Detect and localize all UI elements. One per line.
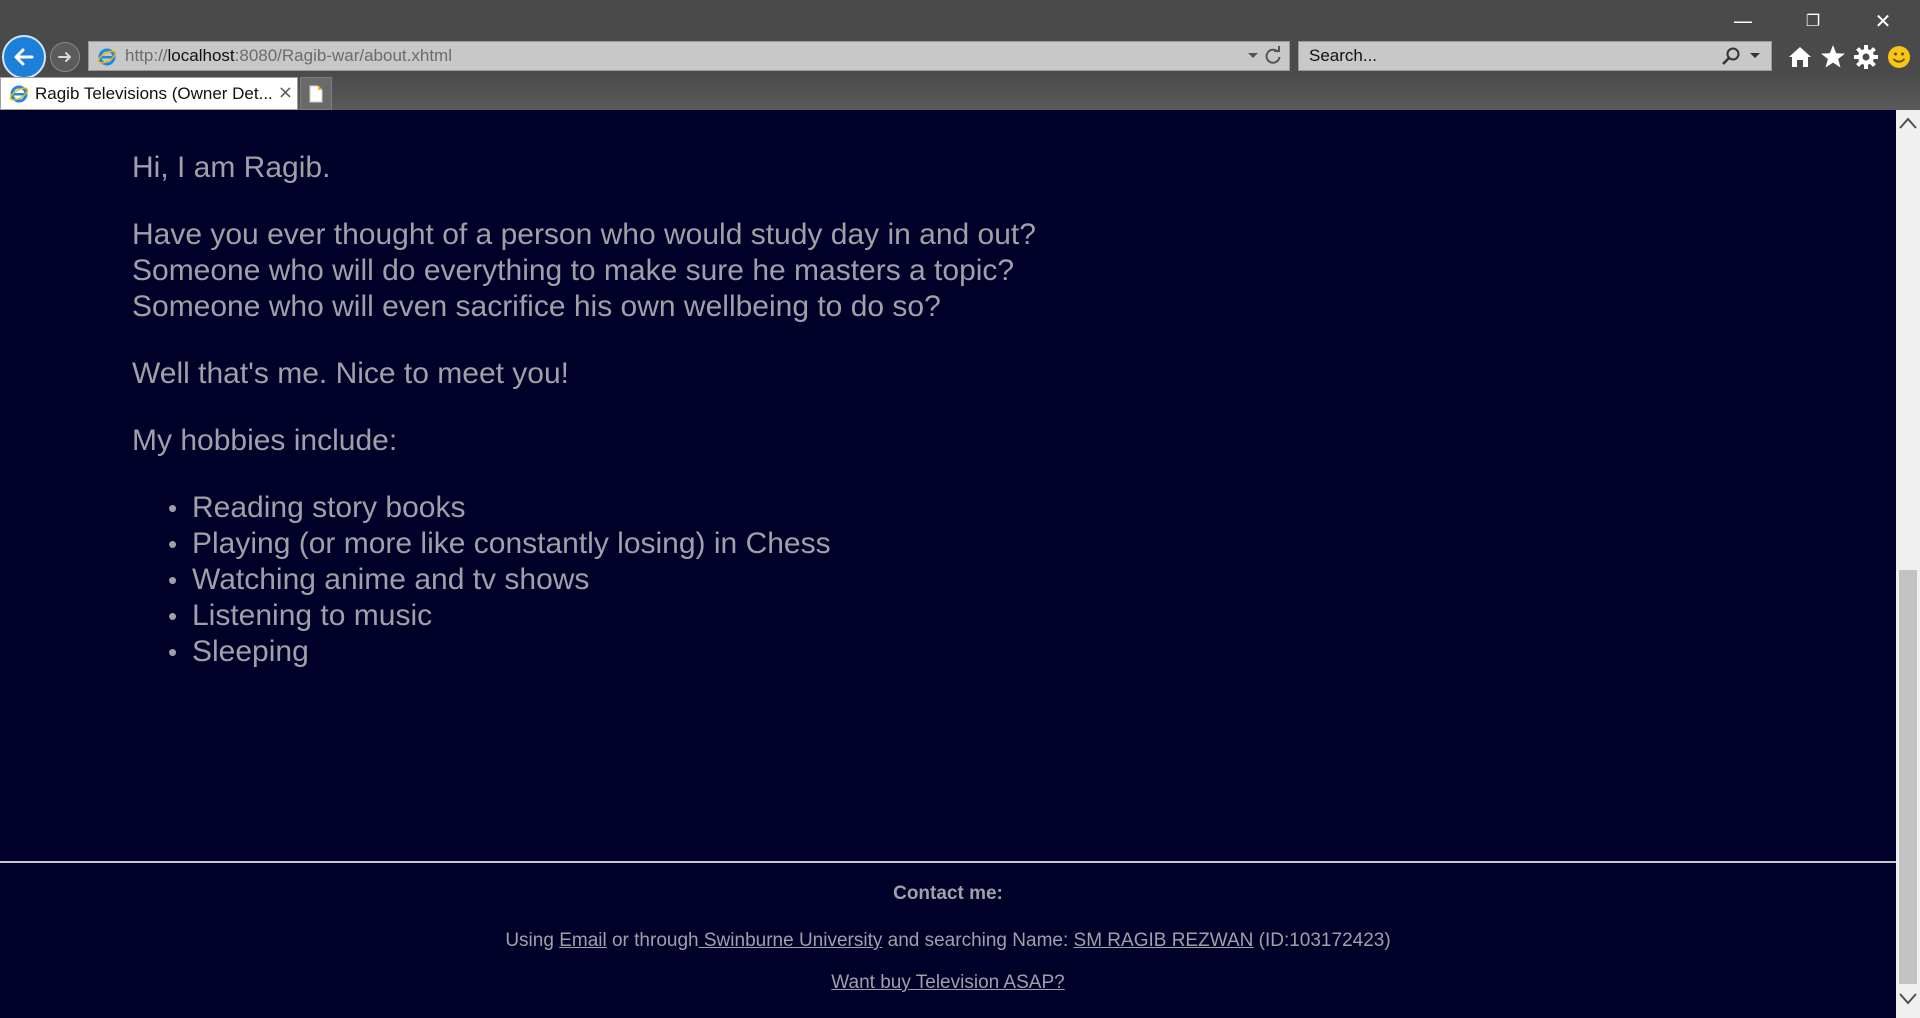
page-body: Hi, I am Ragib. Have you ever thought of… [0,110,1896,1018]
close-window-button[interactable]: ✕ [1860,6,1906,36]
hobbies-heading: My hobbies include: [132,424,398,457]
address-url[interactable]: http://localhost:8080/Ragib-war/about.xh… [125,42,452,70]
swinburne-link[interactable]: Swinburne University [699,930,882,951]
tab-active[interactable]: Ragib Televisions (Owner Det... × [0,77,298,110]
home-button[interactable] [1785,42,1815,72]
search-box[interactable] [1298,41,1772,71]
email-link[interactable]: Email [559,930,607,951]
url-path: :8080/Ragib-war/about.xhtml [234,46,452,65]
new-tab-icon [309,85,323,102]
chevron-down-icon[interactable] [1247,52,1259,60]
address-bar[interactable]: http://localhost:8080/Ragib-war/about.xh… [88,41,1290,71]
contact-heading: Contact me: [893,883,1003,904]
scroll-up-button[interactable] [1896,116,1920,138]
new-tab-button[interactable] [300,77,332,110]
list-item: Sleeping [132,634,831,670]
intro-line-3: Someone who will even sacrifice his own … [132,290,941,323]
scroll-thumb[interactable] [1899,570,1917,984]
intro-line-2: Someone who will do everything to make s… [132,254,1015,287]
hobbies-list: Reading story books Playing (or more lik… [132,490,831,670]
name-link[interactable]: SM RAGIB REZWAN [1074,930,1254,951]
intro-line-1: Have you ever thought of a person who wo… [132,218,1036,251]
url-prefix: http:// [125,46,168,65]
back-arrow-icon [14,48,34,66]
refresh-icon[interactable] [1263,46,1283,66]
scroll-down-button[interactable] [1896,992,1920,1014]
forward-button[interactable] [50,42,80,72]
greeting-text: Hi, I am Ragib. [132,151,331,184]
forward-arrow-icon [58,52,71,62]
want-buy-row: Want buy Television ASAP? [0,969,1896,997]
star-icon [1821,45,1845,68]
list-item: Playing (or more like constantly losing)… [132,526,831,562]
tools-button[interactable] [1851,42,1881,72]
back-button[interactable] [2,35,46,79]
vertical-scrollbar[interactable] [1896,110,1920,1018]
feedback-button[interactable] [1884,42,1914,72]
or-through-text: or through [606,930,699,951]
ie-logo-icon [97,48,117,66]
tab-title: Ragib Televisions (Owner Det... [35,84,273,103]
browser-chrome: — ❐ ✕ http://localhost:8080/Ragib-war/ab… [0,0,1920,110]
contact-line: Using Email or through Swinburne Univers… [0,927,1896,955]
search-icon[interactable] [1721,46,1741,66]
gear-icon [1854,45,1878,69]
list-item: Reading story books [132,490,831,526]
search-input[interactable] [1309,42,1689,70]
ie-logo-icon [9,85,29,103]
home-icon [1789,47,1811,67]
restore-button[interactable]: ❐ [1790,6,1836,36]
list-item: Watching anime and tv shows [132,562,831,598]
tab-close-button[interactable]: × [278,78,293,108]
using-text: Using [505,930,560,951]
student-id-text: (ID:103172423) [1253,930,1391,951]
smiley-icon [1888,46,1910,68]
want-buy-link[interactable]: Want buy Television ASAP? [831,972,1064,993]
minimize-button[interactable]: — [1720,6,1766,36]
footer-divider [0,861,1896,863]
nice-to-meet-text: Well that's me. Nice to meet you! [132,357,570,390]
searching-text: and searching Name: [882,930,1074,951]
list-item: Listening to music [132,598,831,634]
chevron-down-icon [1899,993,1917,1005]
chevron-down-icon[interactable] [1749,52,1761,60]
chevron-up-icon [1899,117,1917,129]
favorites-button[interactable] [1818,42,1848,72]
url-host: localhost [167,46,235,65]
